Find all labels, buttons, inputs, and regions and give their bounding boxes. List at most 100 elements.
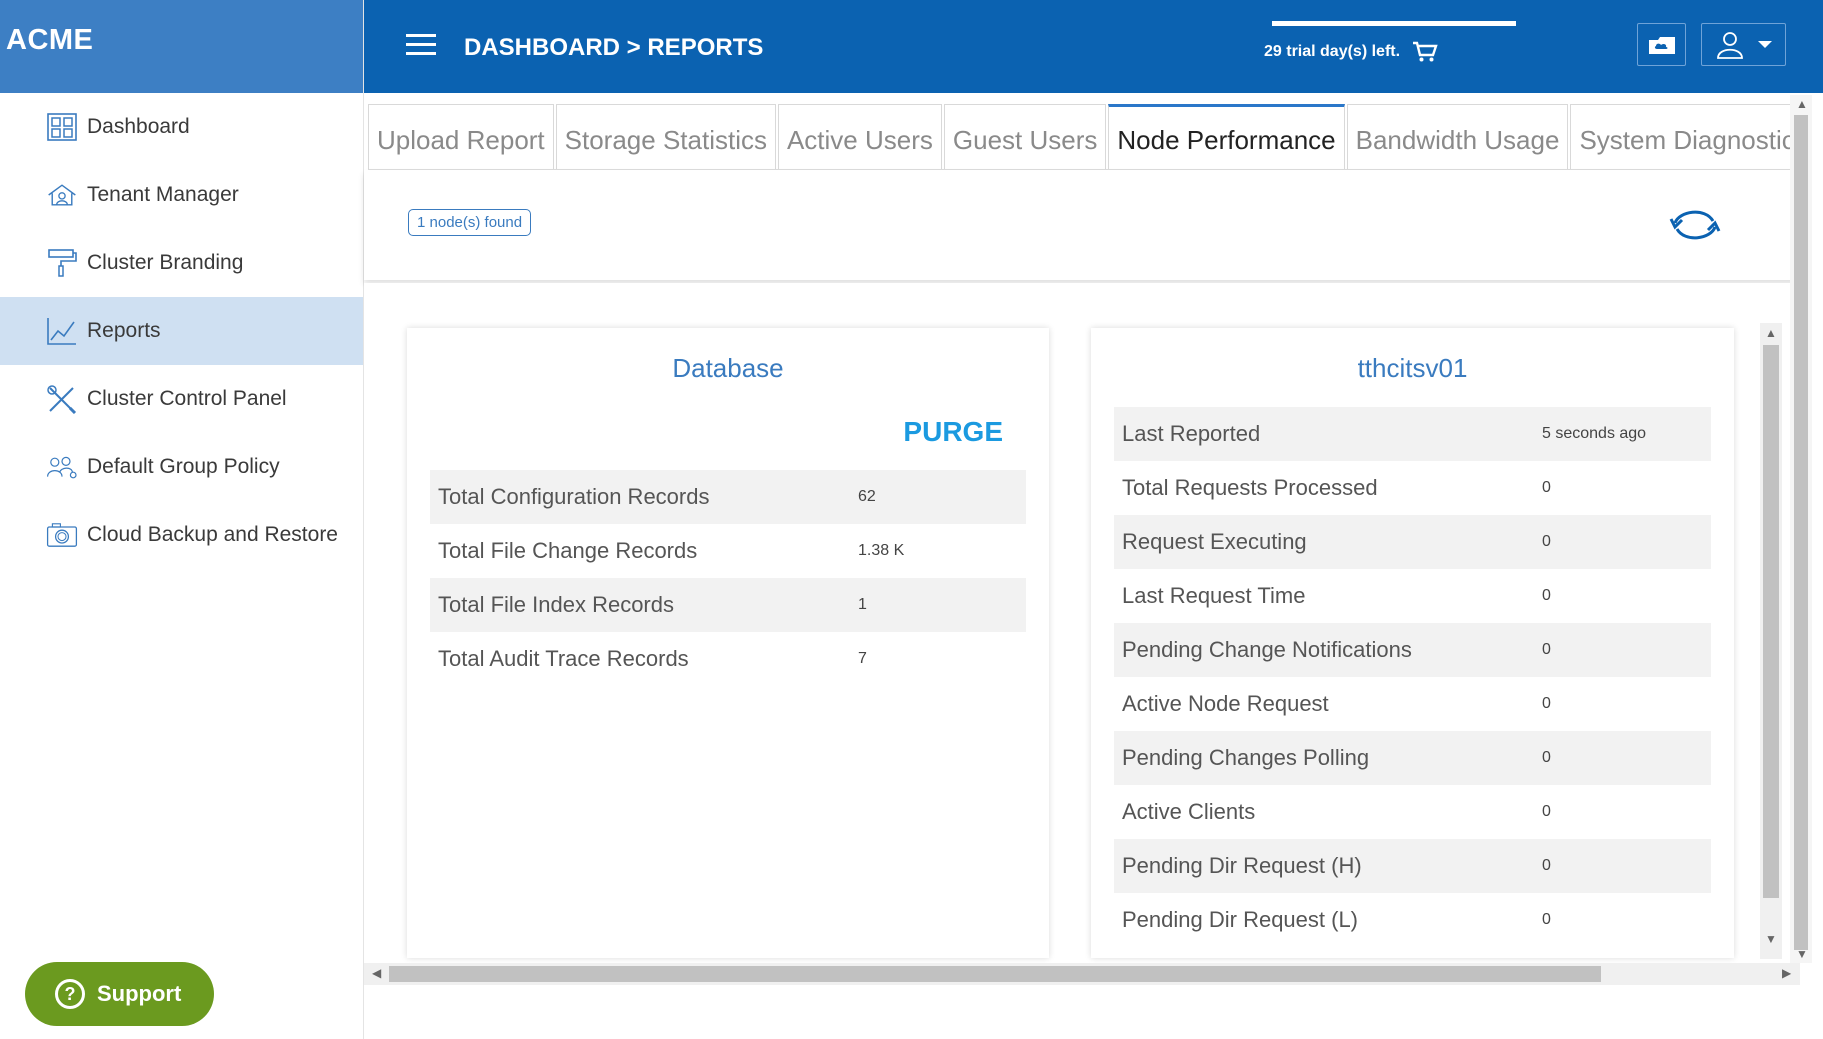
- horizontal-scrollbar[interactable]: ◀ ▶: [364, 963, 1800, 985]
- tab-storage-statistics[interactable]: Storage Statistics: [555, 104, 776, 169]
- row-label: Total File Change Records: [438, 538, 698, 563]
- row-value: 0: [1542, 479, 1551, 496]
- row-label: Last Request Time: [1122, 583, 1306, 608]
- table-row: Pending Change Notifications 0: [1114, 623, 1711, 677]
- tab-node-performance[interactable]: Node Performance: [1108, 104, 1345, 169]
- support-button[interactable]: ? Support: [25, 962, 214, 1026]
- scroll-down-arrow-icon[interactable]: ▼: [1796, 947, 1808, 961]
- tab-guest-users[interactable]: Guest Users: [943, 104, 1107, 169]
- table-row: Total Requests Processed 0: [1114, 461, 1711, 515]
- scroll-up-arrow-icon[interactable]: ▲: [1765, 326, 1777, 340]
- tools-icon: [45, 383, 79, 415]
- paint-roller-icon: [45, 247, 79, 279]
- report-tabs: Upload Report Storage Statistics Active …: [368, 104, 1800, 170]
- row-value: 62: [858, 488, 876, 505]
- database-card: Database PURGE Total Configuration Recor…: [407, 328, 1049, 958]
- trial-progress-bar: [1272, 21, 1516, 26]
- sidebar-item-dashboard[interactable]: Dashboard: [0, 93, 363, 161]
- row-value: 0: [1542, 803, 1551, 820]
- table-row: Last Reported 5 seconds ago: [1114, 407, 1711, 461]
- table-row: Total Audit Trace Records 7: [430, 632, 1026, 686]
- row-value: 0: [1542, 911, 1551, 928]
- row-label: Total File Index Records: [438, 592, 674, 617]
- user-menu-button[interactable]: [1701, 23, 1786, 66]
- scroll-up-arrow-icon[interactable]: ▲: [1796, 97, 1808, 111]
- scroll-left-arrow-icon[interactable]: ◀: [372, 966, 381, 980]
- help-icon: ?: [55, 979, 85, 1009]
- brand-logo: ACME: [0, 0, 363, 93]
- scroll-right-arrow-icon[interactable]: ▶: [1782, 966, 1791, 980]
- node-card: tthcitsv01 Last Reported 5 seconds ago T…: [1091, 328, 1734, 958]
- tenant-manager-icon: [45, 179, 79, 211]
- row-label: Pending Changes Polling: [1122, 745, 1370, 770]
- table-row: Active Node Request 0: [1114, 677, 1711, 731]
- row-label: Total Configuration Records: [438, 484, 710, 509]
- row-value: 1.38 K: [858, 542, 905, 559]
- scroll-down-arrow-icon[interactable]: ▼: [1765, 932, 1777, 946]
- sidebar-item-cluster-branding[interactable]: Cluster Branding: [0, 229, 363, 297]
- scrollbar-thumb[interactable]: [1763, 345, 1779, 898]
- trial-text: 29 trial day(s) left.: [1264, 43, 1401, 60]
- content-vertical-scrollbar[interactable]: ▲ ▼: [1760, 323, 1782, 959]
- hamburger-menu-icon[interactable]: [406, 34, 436, 60]
- scrollbar-thumb[interactable]: [1794, 115, 1808, 950]
- user-icon: [1716, 31, 1743, 59]
- sidebar-item-tenant-manager[interactable]: Tenant Manager: [0, 161, 363, 229]
- node-rows: Last Reported 5 seconds ago Total Reques…: [1114, 407, 1711, 947]
- row-label: Active Clients: [1122, 799, 1256, 824]
- report-toolbar: 1 node(s) found: [364, 170, 1800, 280]
- cloud-upload-button[interactable]: [1637, 23, 1686, 66]
- row-label: Total Requests Processed: [1122, 475, 1378, 500]
- row-value: 0: [1542, 533, 1551, 550]
- row-value: 0: [1542, 641, 1551, 658]
- row-value: 0: [1542, 749, 1551, 766]
- row-label: Pending Dir Request (H): [1122, 853, 1362, 878]
- row-label: Request Executing: [1122, 529, 1307, 554]
- page-vertical-scrollbar[interactable]: ▲ ▼: [1790, 95, 1812, 963]
- tab-system-diagnostic-report[interactable]: System Diagnostic Repo: [1570, 104, 1800, 169]
- line-chart-icon: [45, 315, 79, 347]
- dashboard-grid-icon: [45, 111, 79, 143]
- tab-bandwidth-usage[interactable]: Bandwidth Usage: [1346, 104, 1569, 169]
- row-label: Active Node Request: [1122, 691, 1329, 716]
- database-title: Database: [672, 353, 784, 383]
- cloud-icon: [1648, 36, 1675, 54]
- table-row: Request Executing 0: [1114, 515, 1711, 569]
- trial-notice[interactable]: 29 trial day(s) left.: [1264, 41, 1438, 63]
- nodes-found-badge: 1 node(s) found: [408, 209, 532, 236]
- row-value: 0: [1542, 587, 1551, 604]
- sidebar-item-label: Default Group Policy: [87, 455, 280, 478]
- sidebar-item-label: Tenant Manager: [87, 183, 239, 206]
- purge-button[interactable]: PURGE: [903, 416, 1003, 448]
- support-label: Support: [97, 981, 182, 1006]
- table-row: Total Configuration Records 62: [430, 470, 1026, 524]
- row-label: Pending Change Notifications: [1122, 637, 1412, 662]
- row-value: 0: [1542, 695, 1551, 712]
- cart-icon: [1413, 41, 1438, 62]
- row-value: 0: [1542, 857, 1551, 874]
- sidebar-item-default-group-policy[interactable]: Default Group Policy: [0, 433, 363, 501]
- row-value: 7: [858, 650, 867, 667]
- tab-active-users[interactable]: Active Users: [777, 104, 942, 169]
- sidebar-item-cloud-backup[interactable]: Cloud Backup and Restore: [0, 501, 363, 569]
- sidebar-item-label: Reports: [87, 319, 161, 342]
- tab-upload-report[interactable]: Upload Report: [368, 104, 554, 169]
- sidebar-item-label: Cluster Control Panel: [87, 387, 287, 410]
- report-content: Database PURGE Total Configuration Recor…: [364, 283, 1800, 958]
- table-row: Last Request Time 0: [1114, 569, 1711, 623]
- table-row: Active Clients 0: [1114, 785, 1711, 839]
- sidebar-item-reports[interactable]: Reports: [0, 297, 363, 365]
- row-value: 5 seconds ago: [1542, 425, 1647, 442]
- sidebar-item-label: Dashboard: [87, 115, 190, 138]
- table-row: Total File Index Records 1: [430, 578, 1026, 632]
- sidebar-item-cluster-control-panel[interactable]: Cluster Control Panel: [0, 365, 363, 433]
- table-row: Pending Dir Request (H) 0: [1114, 839, 1711, 893]
- chevron-down-icon: [1757, 40, 1772, 48]
- database-rows: Total Configuration Records 62 Total Fil…: [430, 470, 1026, 686]
- scrollbar-thumb[interactable]: [389, 966, 1601, 982]
- sidebar-item-label: Cloud Backup and Restore: [87, 523, 338, 546]
- refresh-icon[interactable]: [1669, 205, 1721, 245]
- table-row: Pending Changes Polling 0: [1114, 731, 1711, 785]
- group-users-icon: [45, 451, 79, 483]
- breadcrumb: DASHBOARD > REPORTS: [464, 34, 764, 61]
